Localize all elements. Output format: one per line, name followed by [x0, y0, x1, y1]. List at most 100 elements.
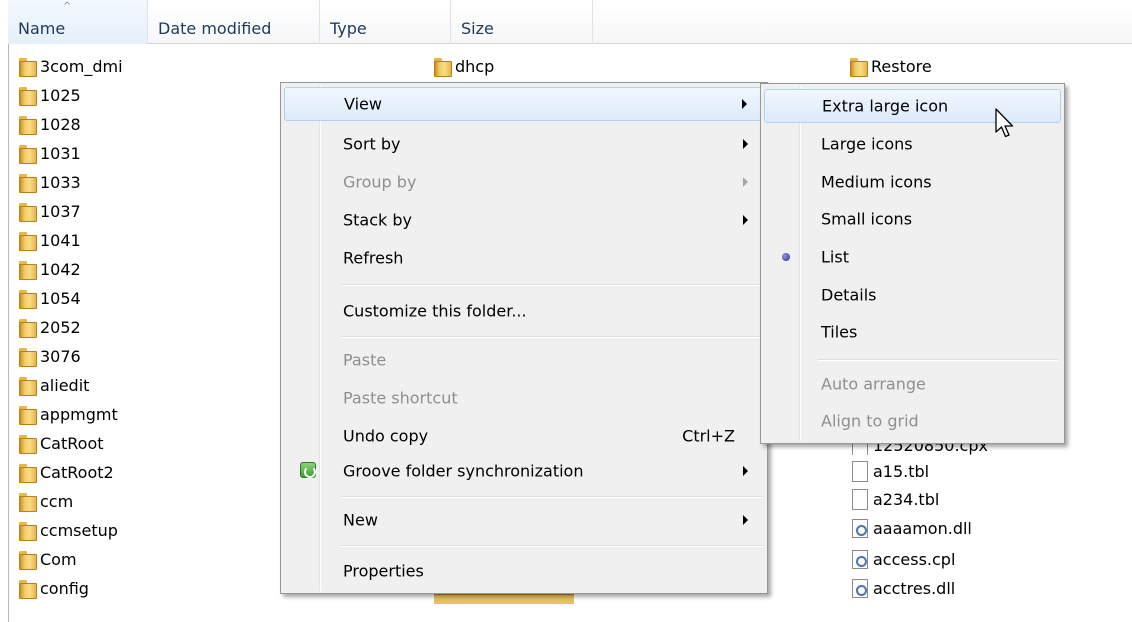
menu-item-label: Stack by [343, 210, 413, 230]
menu-item-group-by: Group by [284, 165, 764, 199]
file-name: aliedit [40, 375, 90, 395]
list-item[interactable]: ccmsetup [19, 519, 118, 541]
file-name: 1041 [40, 230, 81, 250]
folder-icon [19, 231, 37, 251]
menu-item-medium-icons[interactable]: Medium icons [764, 165, 1061, 199]
column-date-modified[interactable]: Date modified [148, 0, 320, 44]
list-item[interactable]: 1028 [19, 113, 81, 135]
menu-item-undo-copy[interactable]: Undo copy Ctrl+Z [284, 419, 764, 453]
list-item[interactable]: aliedit [19, 374, 89, 396]
menu-item-label: View [344, 94, 382, 114]
list-item[interactable]: 3com_dmi [19, 55, 123, 77]
folder-icon [19, 57, 37, 77]
menu-item-label: Extra large icon [822, 96, 949, 116]
menu-item-label: Customize this folder... [343, 301, 527, 321]
menu-item-stack-by[interactable]: Stack by [284, 203, 764, 237]
column-size-label: Size [461, 19, 494, 38]
list-item[interactable]: a234.tbl [852, 488, 939, 510]
list-item[interactable]: appmgmt [19, 403, 118, 425]
folder-icon [19, 521, 37, 541]
list-item[interactable]: 1054 [19, 287, 81, 309]
list-item[interactable]: 1037 [19, 200, 81, 222]
folder-icon [19, 463, 37, 483]
file-name: a15.tbl [873, 461, 930, 481]
list-item[interactable]: dhcp [434, 55, 494, 77]
menu-item-tiles[interactable]: Tiles [764, 315, 1061, 349]
menu-item-label: Sort by [343, 134, 401, 154]
menu-item-label: Auto arrange [821, 374, 926, 394]
list-item[interactable]: 1033 [19, 171, 81, 193]
sort-ascending-icon: ^ [63, 1, 72, 12]
file-icon [852, 488, 868, 510]
folder-icon [19, 492, 37, 512]
submenu-arrow-icon [743, 139, 748, 149]
list-item[interactable]: 3076 [19, 345, 81, 367]
file-name: 3com_dmi [40, 56, 123, 76]
context-menu: View Sort by Group by Stack by Refresh C… [280, 82, 768, 594]
menu-item-new[interactable]: New [284, 503, 764, 537]
file-name: acctres.dll [873, 578, 956, 598]
pane-border [8, 44, 9, 622]
menu-item-label: Small icons [821, 209, 913, 229]
file-name: 1042 [40, 259, 81, 279]
list-item[interactable]: a15.tbl [852, 460, 929, 482]
file-name: Com [40, 549, 77, 569]
menu-separator [340, 496, 764, 498]
list-item[interactable]: 1042 [19, 258, 81, 280]
menu-separator [340, 284, 764, 286]
list-item[interactable]: 1041 [19, 229, 81, 251]
list-item[interactable]: 1025 [19, 84, 81, 106]
submenu-arrow-icon [743, 466, 748, 476]
menu-item-label: Undo copy [343, 426, 429, 446]
menu-item-label: Group by [343, 172, 417, 192]
folder-icon [19, 434, 37, 454]
list-item[interactable]: acctres.dll [852, 577, 955, 599]
folder-icon [850, 57, 868, 77]
file-name: config [40, 578, 89, 598]
list-item[interactable]: access.cpl [852, 548, 955, 570]
file-name: 1033 [40, 172, 81, 192]
cpl-icon [852, 549, 868, 569]
menu-item-small-icons[interactable]: Small icons [764, 202, 1061, 236]
file-name: aaaamon.dll [873, 518, 972, 538]
column-size[interactable]: Size [451, 0, 593, 44]
menu-item-label: Tiles [821, 322, 858, 342]
menu-separator [340, 545, 764, 547]
list-item[interactable]: 2052 [19, 316, 81, 338]
file-name: CatRoot2 [40, 462, 114, 482]
column-name[interactable]: ^ Name [8, 0, 148, 44]
folder-icon [434, 57, 452, 77]
menu-item-label: New [343, 510, 378, 530]
list-item[interactable]: Restore [850, 55, 932, 77]
menu-item-list[interactable]: List [764, 240, 1061, 274]
folder-icon [19, 86, 37, 106]
list-item[interactable]: CatRoot [19, 432, 104, 454]
menu-item-customize[interactable]: Customize this folder... [284, 294, 764, 328]
menu-item-groove-sync[interactable]: Groove folder synchronization [284, 454, 764, 488]
menu-item-paste-shortcut: Paste shortcut [284, 381, 764, 415]
menu-item-label: Details [821, 285, 877, 305]
list-item[interactable]: config [19, 577, 89, 599]
folder-icon [19, 202, 37, 222]
list-item[interactable]: 1031 [19, 142, 81, 164]
column-type-label: Type [330, 19, 367, 38]
column-type[interactable]: Type [320, 0, 451, 44]
menu-item-label: Large icons [821, 134, 913, 154]
menu-item-refresh[interactable]: Refresh [284, 241, 764, 275]
folder-icon [19, 144, 37, 164]
submenu-arrow-icon [743, 515, 748, 525]
list-item[interactable]: ccm [19, 490, 73, 512]
file-name: 1031 [40, 143, 81, 163]
menu-item-view[interactable]: View [284, 87, 764, 121]
menu-item-properties[interactable]: Properties [284, 554, 764, 588]
list-item[interactable]: Com [19, 548, 77, 570]
menu-separator [340, 336, 764, 338]
folder-icon [19, 173, 37, 193]
menu-item-details[interactable]: Details [764, 278, 1061, 312]
file-name: dhcp [455, 56, 495, 76]
list-item[interactable]: CatRoot2 [19, 461, 114, 483]
file-name: a234.tbl [873, 489, 940, 509]
column-date-label: Date modified [158, 19, 272, 38]
menu-item-sort-by[interactable]: Sort by [284, 127, 764, 161]
list-item[interactable]: aaaamon.dll [852, 517, 972, 539]
